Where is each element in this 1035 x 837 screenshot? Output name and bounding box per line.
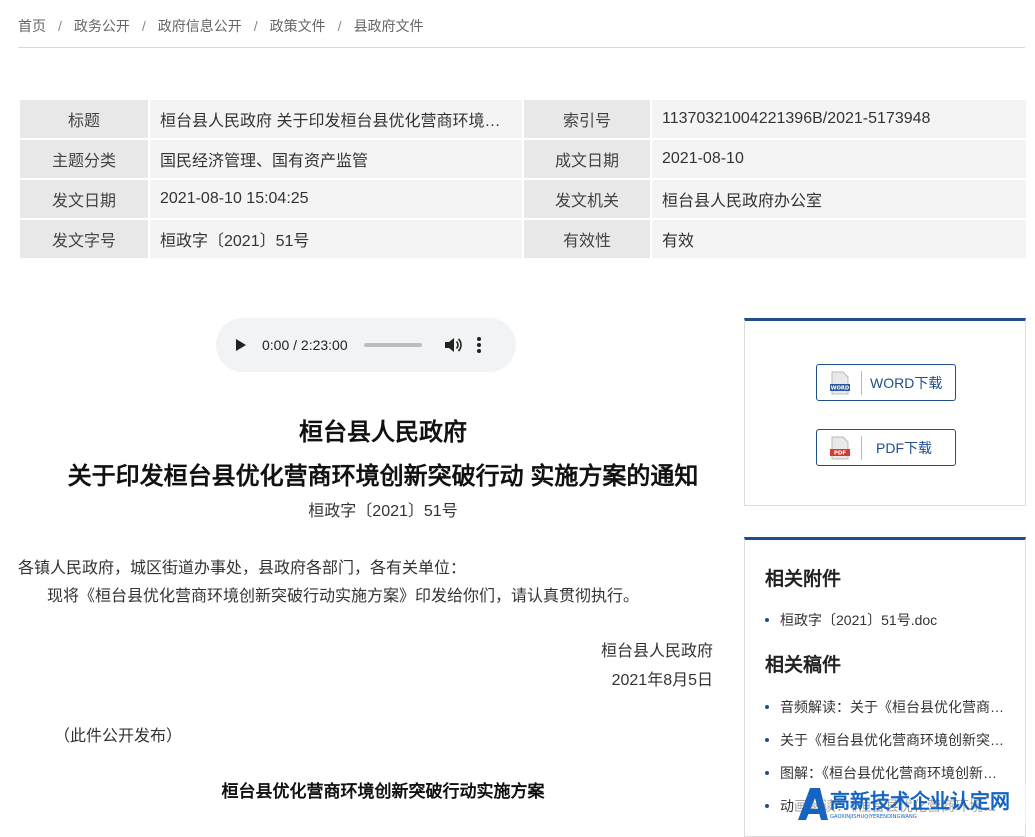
meta-row: 发文日期 2021-08-10 15:04:25 发文机关 桓台县人民政府办公室 [20, 180, 1026, 218]
pdf-download-button[interactable]: PDF PDF下载 [816, 429, 956, 466]
breadcrumb-separator: / [141, 18, 146, 34]
button-divider [861, 435, 862, 460]
watermark-logo: 高新技术企业认定网 GAOXINJISHUQIYERENDINGWANG [794, 784, 1035, 823]
audio-player: 0:00 / 2:23:00 [216, 318, 516, 372]
word-download-label: WORD下载 [870, 374, 943, 391]
word-download-button[interactable]: WORD WORD下载 [816, 364, 956, 401]
meta-value-category: 国民经济管理、国有资产监管 [150, 140, 522, 178]
breadcrumb-gov-affairs[interactable]: 政务公开 [74, 18, 130, 34]
meta-label-index: 索引号 [524, 100, 650, 138]
attachments-heading: 相关附件 [765, 569, 842, 590]
articles-heading: 相关稿件 [765, 655, 842, 676]
meta-row: 标题 桓台县人民政府 关于印发桓台县优化营商环境创新突破行动 实施方案的通知 索… [20, 100, 1026, 138]
word-file-icon: WORD [830, 371, 850, 394]
watermark-text: 高新技术企业认定网 [830, 789, 1010, 813]
button-divider [861, 370, 862, 395]
meta-value-issuer: 桓台县人民政府办公室 [652, 180, 1026, 218]
meta-value-doc-number: 桓政字〔2021〕51号 [150, 220, 522, 258]
document-recipients: 各镇人民政府，城区街道办事处，县政府各部门，各有关单位： [18, 560, 467, 577]
meta-label-validity: 有效性 [524, 220, 650, 258]
breadcrumb-divider [18, 47, 1025, 48]
audio-progress-track[interactable] [363, 343, 422, 347]
article-link[interactable]: 音频解读：关于《桓台县优化营商环境创新突破行动实施方案》的解读 [765, 697, 1010, 730]
more-options-icon[interactable] [476, 336, 482, 354]
meta-label-written-date: 成文日期 [524, 140, 650, 178]
document-public-note: （此件公开发布） [54, 728, 183, 745]
word-icon-text: WORD [831, 385, 850, 391]
breadcrumb-home[interactable]: 首页 [18, 18, 46, 34]
play-icon[interactable] [236, 339, 246, 351]
attachment-link[interactable]: 桓政字〔2021〕51号.doc [765, 610, 1010, 643]
document-body: 现将《桓台县优化营商环境创新突破行动实施方案》印发给你们，请认真贯彻执行。 [47, 588, 640, 605]
breadcrumb-separator: / [253, 18, 258, 34]
watermark-subtext: GAOXINJISHUQIYERENDINGWANG [830, 814, 917, 820]
meta-value-validity: 有效 [652, 220, 1026, 258]
breadcrumb-separator: / [337, 18, 342, 34]
meta-label-doc-number: 发文字号 [20, 220, 148, 258]
meta-value-issue-date: 2021-08-10 15:04:25 [150, 180, 522, 218]
breadcrumb-county-docs[interactable]: 县政府文件 [354, 18, 424, 34]
download-panel: WORD WORD下载 PDF PDF下载 [744, 318, 1026, 506]
meta-value-written-date: 2021-08-10 [652, 140, 1026, 178]
pdf-icon-text: PDF [834, 450, 847, 456]
article-link[interactable]: 关于《桓台县优化营商环境创新突破行动实施方案》的政策解读 [765, 730, 1010, 763]
breadcrumb: 首页 / 政务公开 / 政府信息公开 / 政策文件 / 县政府文件 [18, 16, 1025, 36]
document-signature-org: 桓台县人民政府 [600, 643, 713, 660]
meta-row: 发文字号 桓政字〔2021〕51号 有效性 有效 [20, 220, 1026, 258]
breadcrumb-gov-info[interactable]: 政府信息公开 [158, 18, 242, 34]
breadcrumb-policy-docs[interactable]: 政策文件 [270, 18, 326, 34]
pdf-download-label: PDF下载 [876, 439, 932, 456]
document-meta-table: 标题 桓台县人民政府 关于印发桓台县优化营商环境创新突破行动 实施方案的通知 索… [18, 98, 1028, 260]
meta-label-issue-date: 发文日期 [20, 180, 148, 218]
document-signature-date: 2021年8月5日 [611, 672, 713, 689]
attachments-list: 桓政字〔2021〕51号.doc [765, 610, 1010, 643]
audio-time: 0:00 / 2:23:00 [262, 337, 348, 353]
meta-label-title: 标题 [20, 100, 148, 138]
meta-row: 主题分类 国民经济管理、国有资产监管 成文日期 2021-08-10 [20, 140, 1026, 178]
meta-value-title: 桓台县人民政府 关于印发桓台县优化营商环境创新突破行动 实施方案的通知 [150, 100, 522, 138]
meta-label-issuer: 发文机关 [524, 180, 650, 218]
meta-label-category: 主题分类 [20, 140, 148, 178]
pdf-file-icon: PDF [830, 436, 850, 459]
document-title: 关于印发桓台县优化营商环境创新突破行动 实施方案的通知 [67, 463, 699, 490]
volume-icon[interactable] [444, 337, 462, 353]
document-number: 桓政字〔2021〕51号 [308, 503, 458, 520]
meta-value-index: 11370321004221396B/2021-5173948 [652, 100, 1026, 138]
document-subtitle: 桓台县优化营商环境创新突破行动实施方案 [221, 782, 545, 801]
breadcrumb-separator: / [58, 18, 62, 34]
document-org: 桓台县人民政府 [299, 419, 467, 446]
